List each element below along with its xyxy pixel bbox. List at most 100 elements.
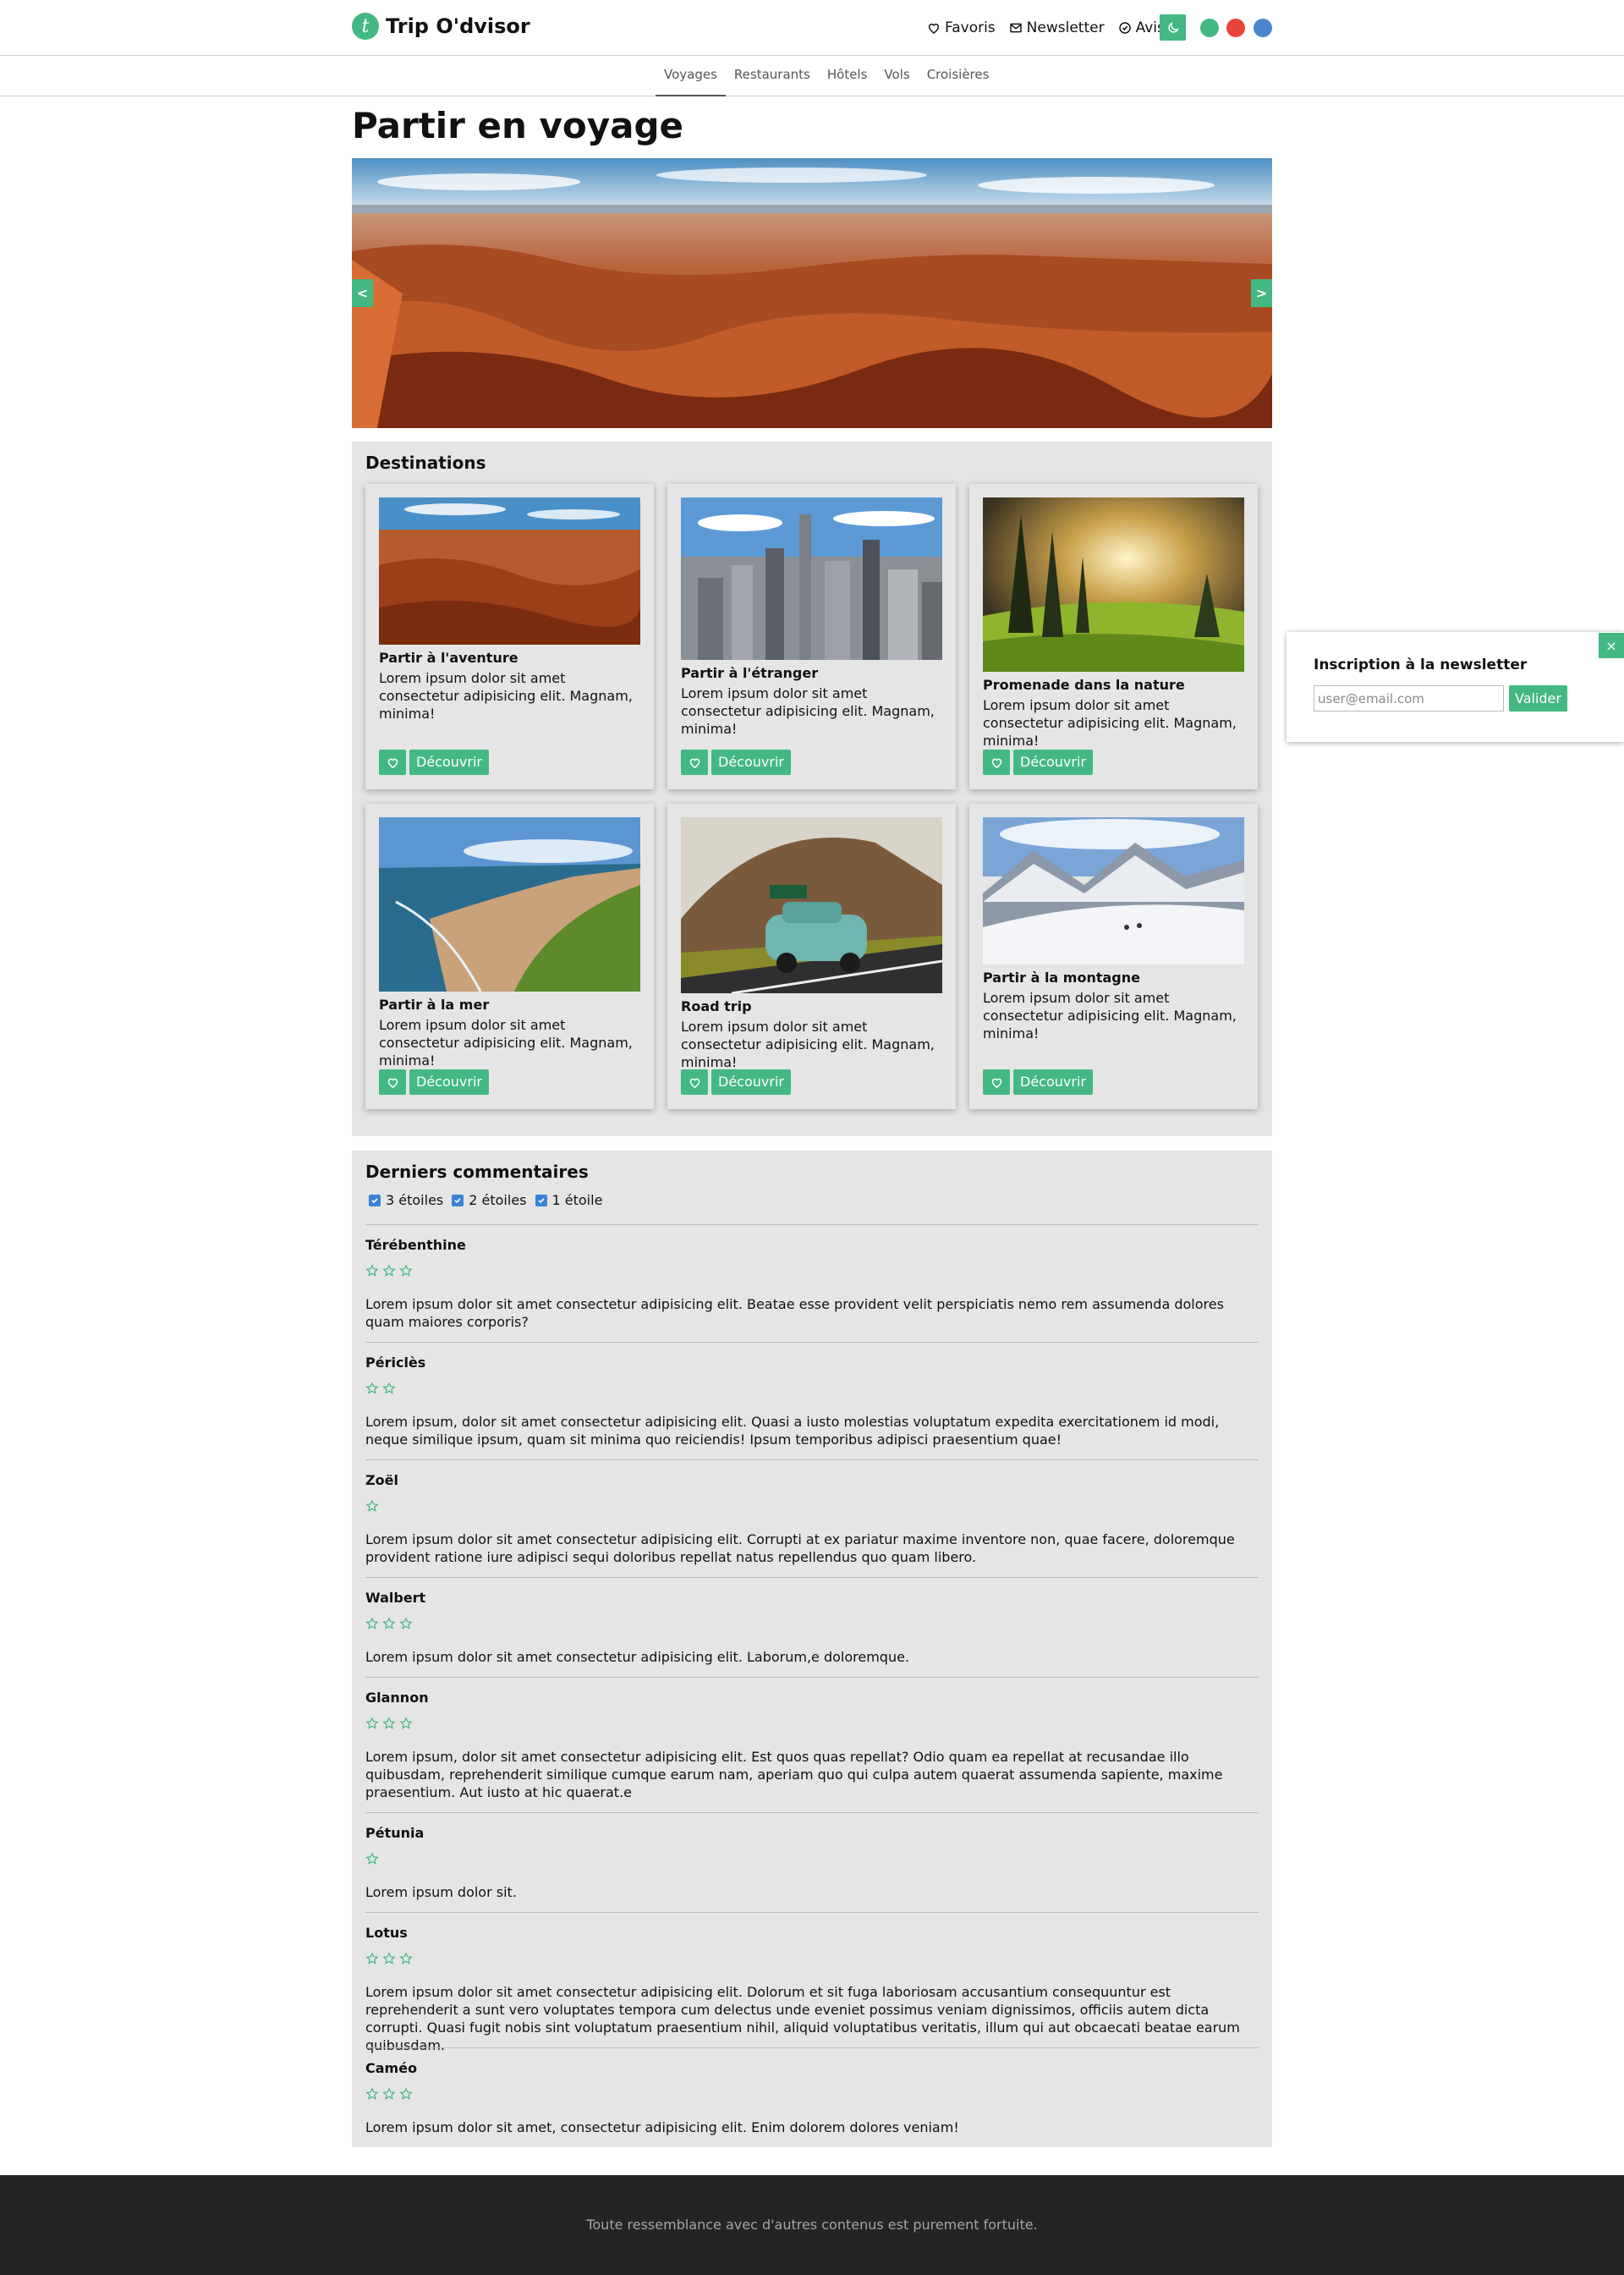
- newsletter-popup: Inscription à la newsletter Valider: [1287, 632, 1624, 742]
- filter-3-stars[interactable]: 3 étoiles: [369, 1192, 443, 1208]
- site-footer: Toute ressemblance avec d'autres contenu…: [0, 2175, 1624, 2275]
- card-text: Lorem ipsum dolor sit amet consectetur a…: [379, 1017, 633, 1069]
- site-header: t Trip O'dvisor Favoris Newsletter Avis: [0, 0, 1624, 56]
- logo-icon: t: [352, 13, 379, 40]
- favoris-label: Favoris: [945, 19, 996, 36]
- destination-card: Partir à l'étranger Lorem ipsum dolor si…: [667, 484, 956, 789]
- discover-button[interactable]: Découvrir: [711, 1069, 791, 1095]
- star-icon: [382, 1717, 396, 1729]
- favorite-button[interactable]: [983, 750, 1010, 775]
- card-image: [983, 497, 1244, 672]
- green-theme-dot[interactable]: [1200, 19, 1219, 37]
- comment-item: Térébenthine Lorem ipsum dolor sit amet …: [365, 1224, 1259, 1342]
- tab-vols[interactable]: Vols: [875, 56, 918, 96]
- tab-croisieres[interactable]: Croisières: [919, 56, 998, 96]
- favorite-button[interactable]: [983, 1069, 1010, 1095]
- email-input[interactable]: [1314, 685, 1504, 712]
- comment-item: Périclès Lorem ipsum, dolor sit amet con…: [365, 1342, 1259, 1459]
- star-filters: 3 étoiles 2 étoiles 1 étoile: [369, 1192, 611, 1208]
- card-text: Lorem ipsum dolor sit amet consectetur a…: [983, 990, 1237, 1041]
- hero-next-button[interactable]: >: [1251, 279, 1272, 307]
- heart-icon: [689, 758, 700, 768]
- comment-text: Lorem ipsum dolor sit amet consectetur a…: [365, 1984, 1240, 2053]
- checkbox[interactable]: [452, 1194, 464, 1206]
- hero-image: [352, 158, 1272, 428]
- tab-hotels[interactable]: Hôtels: [819, 56, 876, 96]
- heart-icon: [991, 758, 1001, 768]
- star-icon: [365, 1499, 379, 1512]
- favoris-link[interactable]: Favoris: [927, 19, 996, 36]
- comment-author: Caméo: [365, 2060, 418, 2076]
- destination-card: Road trip Lorem ipsum dolor sit amet con…: [667, 804, 956, 1109]
- star-rating: [365, 1499, 382, 1513]
- discover-button[interactable]: Découvrir: [1013, 1069, 1093, 1095]
- newsletter-link[interactable]: Newsletter: [1009, 19, 1105, 36]
- favorite-button[interactable]: [681, 750, 708, 775]
- discover-button[interactable]: Découvrir: [409, 750, 489, 775]
- heart-icon: [387, 758, 398, 768]
- filter-1-star[interactable]: 1 étoile: [535, 1192, 603, 1208]
- star-rating: [365, 1852, 382, 1866]
- tab-voyages[interactable]: Voyages: [656, 56, 726, 96]
- filter-label: 1 étoile: [551, 1192, 603, 1208]
- hero-carousel: < >: [352, 158, 1272, 428]
- card-text: Lorem ipsum dolor sit amet consectetur a…: [681, 1019, 935, 1070]
- page-title: Partir en voyage: [352, 105, 684, 146]
- brand-name: Trip O'dvisor: [386, 14, 530, 38]
- newsletter-submit-button[interactable]: Valider: [1509, 685, 1567, 712]
- checkbox[interactable]: [369, 1194, 381, 1206]
- discover-button[interactable]: Découvrir: [711, 750, 791, 775]
- star-rating: [365, 2087, 416, 2101]
- favorite-button[interactable]: [379, 750, 406, 775]
- comment-text: Lorem ipsum dolor sit.: [365, 1884, 517, 1900]
- star-icon: [382, 1617, 396, 1629]
- card-title: Partir à la montagne: [983, 970, 1140, 986]
- comment-text: Lorem ipsum, dolor sit amet consectetur …: [365, 1749, 1223, 1800]
- discover-button[interactable]: Découvrir: [1013, 750, 1093, 775]
- filter-2-stars[interactable]: 2 étoiles: [452, 1192, 527, 1208]
- star-rating: [365, 1617, 416, 1630]
- filter-label: 2 étoiles: [469, 1192, 527, 1208]
- card-image: [379, 497, 640, 645]
- destination-card: Partir à la montagne Lorem ipsum dolor s…: [969, 804, 1258, 1109]
- heart-icon: [689, 1078, 700, 1088]
- comments-section: Derniers commentaires 3 étoiles 2 étoile…: [352, 1151, 1272, 2147]
- star-icon: [399, 1717, 413, 1729]
- card-title: Road trip: [681, 998, 752, 1014]
- red-theme-dot[interactable]: [1226, 19, 1245, 37]
- star-rating: [365, 1952, 416, 1965]
- star-icon: [382, 1952, 396, 1965]
- card-title: Promenade dans la nature: [983, 677, 1185, 693]
- discover-button[interactable]: Découvrir: [409, 1069, 489, 1095]
- card-image: [983, 817, 1244, 964]
- brand[interactable]: t Trip O'dvisor: [352, 13, 530, 40]
- destination-card: Promenade dans la nature Lorem ipsum dol…: [969, 484, 1258, 789]
- favorite-button[interactable]: [681, 1069, 708, 1095]
- comment-text: Lorem ipsum dolor sit amet consectetur a…: [365, 1531, 1235, 1565]
- dark-mode-toggle[interactable]: [1160, 14, 1186, 41]
- card-text: Lorem ipsum dolor sit amet consectetur a…: [983, 697, 1237, 749]
- tab-restaurants[interactable]: Restaurants: [726, 56, 819, 96]
- comment-author: Glannon: [365, 1690, 429, 1706]
- card-text: Lorem ipsum dolor sit amet consectetur a…: [379, 670, 633, 722]
- star-rating: [365, 1382, 399, 1395]
- destination-card: Partir à l'aventure Lorem ipsum dolor si…: [365, 484, 654, 789]
- footer-text: Toute ressemblance avec d'autres contenu…: [586, 2217, 1038, 2233]
- star-icon: [382, 1382, 396, 1394]
- comment-item: Pétunia Lorem ipsum dolor sit.: [365, 1812, 1259, 1912]
- star-icon: [382, 2087, 396, 2100]
- close-icon[interactable]: ×: [1599, 633, 1624, 658]
- star-icon: [365, 1617, 379, 1629]
- checkbox[interactable]: [535, 1194, 547, 1206]
- newsletter-title: Inscription à la newsletter: [1314, 657, 1528, 673]
- favorite-button[interactable]: [379, 1069, 406, 1095]
- card-text: Lorem ipsum dolor sit amet consectetur a…: [681, 685, 935, 737]
- star-icon: [382, 1264, 396, 1277]
- card-title: Partir à l'aventure: [379, 650, 518, 666]
- card-image: [681, 817, 942, 993]
- blue-theme-dot[interactable]: [1254, 19, 1272, 37]
- star-icon: [399, 1952, 413, 1965]
- comment-item: Lotus Lorem ipsum dolor sit amet consect…: [365, 1912, 1259, 2053]
- hero-prev-button[interactable]: <: [352, 279, 373, 307]
- avis-link[interactable]: Avis: [1118, 19, 1165, 36]
